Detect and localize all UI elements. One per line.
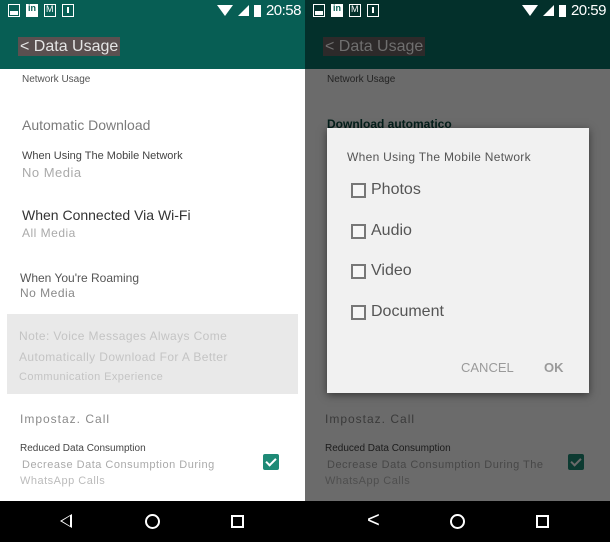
battery-icon — [253, 4, 261, 17]
recents-nav-icon[interactable] — [231, 515, 244, 528]
signal-icon — [542, 5, 554, 16]
gallery-notification-icon — [313, 4, 325, 17]
option-label: Audio — [371, 222, 412, 239]
mobile-network-value: No Media — [22, 165, 82, 180]
navigation-bar — [0, 501, 305, 542]
automatic-download-header: Automatic Download — [22, 117, 151, 133]
home-nav-icon[interactable] — [145, 514, 160, 529]
recents-nav-icon[interactable] — [536, 515, 549, 528]
app-bar: < Data Usage — [305, 23, 610, 69]
media-download-dialog: When Using The Mobile Network Photos Aud… — [327, 128, 589, 393]
reduced-data-checkbox[interactable] — [263, 454, 279, 470]
photos-checkbox[interactable] — [351, 182, 366, 198]
app-bar: < Data Usage — [0, 23, 305, 69]
status-bar: 20:58 — [0, 0, 305, 23]
linkedin-notification-icon — [331, 3, 343, 17]
back-title-button[interactable]: < Data Usage — [18, 37, 121, 56]
screen-data-usage: 20:58 < Data Usage Network Usage Automat… — [0, 0, 305, 542]
wifi-label: When Connected Via Wi-Fi — [22, 207, 191, 223]
mail-notification-icon — [44, 4, 56, 17]
back-nav-icon[interactable] — [60, 514, 72, 528]
audio-checkbox[interactable] — [351, 223, 366, 239]
option-photos[interactable]: Photos — [351, 181, 421, 199]
note-line: Communication Experience — [19, 371, 164, 383]
reduced-data-label: Reduced Data Consumption — [20, 443, 146, 454]
voice-message-note: Note: Voice Messages Always Come Automat… — [7, 314, 298, 394]
download-notification-icon — [367, 4, 379, 17]
mobile-network-label: When Using The Mobile Network — [22, 150, 183, 162]
option-document[interactable]: Document — [351, 303, 444, 321]
dialog-title: When Using The Mobile Network — [347, 150, 531, 164]
wifi-icon — [216, 5, 233, 16]
option-label: Document — [371, 303, 444, 320]
ok-button[interactable]: OK — [544, 360, 564, 375]
reduced-data-description: WhatsApp Calls — [20, 475, 106, 487]
option-label: Video — [371, 262, 412, 279]
clock: 20:58 — [265, 2, 302, 19]
download-notification-icon — [62, 4, 74, 17]
option-video[interactable]: Video — [351, 262, 412, 280]
home-nav-icon[interactable] — [450, 514, 465, 529]
option-audio[interactable]: Audio — [351, 222, 412, 240]
back-nav-icon[interactable]: < — [367, 509, 380, 531]
roaming-label: When You're Roaming — [20, 271, 140, 285]
mail-notification-icon — [349, 4, 361, 17]
settings-list: Network Usage Automatic Download When Us… — [0, 69, 305, 501]
reduced-data-description: Decrease Data Consumption During — [22, 459, 215, 471]
screen-data-usage-dialog: 20:59 < Data Usage Network Usage Downloa… — [305, 0, 610, 542]
note-line: Note: Voice Messages Always Come — [19, 329, 228, 343]
video-checkbox[interactable] — [351, 263, 366, 279]
clock: 20:59 — [570, 2, 607, 19]
document-checkbox[interactable] — [351, 304, 366, 320]
wifi-icon — [521, 5, 538, 16]
network-usage-item[interactable]: Network Usage — [22, 74, 90, 85]
back-title-button[interactable]: < Data Usage — [323, 37, 426, 56]
status-bar: 20:59 — [305, 0, 610, 23]
battery-icon — [558, 4, 566, 17]
roaming-value: No Media — [20, 286, 76, 300]
gallery-notification-icon — [8, 4, 20, 17]
signal-icon — [237, 5, 249, 16]
navigation-bar: < — [305, 501, 610, 542]
call-settings-header: Impostaz. Call — [20, 412, 111, 426]
linkedin-notification-icon — [26, 3, 38, 17]
note-line: Automatically Download For A Better — [19, 350, 228, 364]
wifi-value: All Media — [22, 226, 76, 240]
cancel-button[interactable]: CANCEL — [461, 360, 514, 375]
option-label: Photos — [371, 181, 421, 198]
